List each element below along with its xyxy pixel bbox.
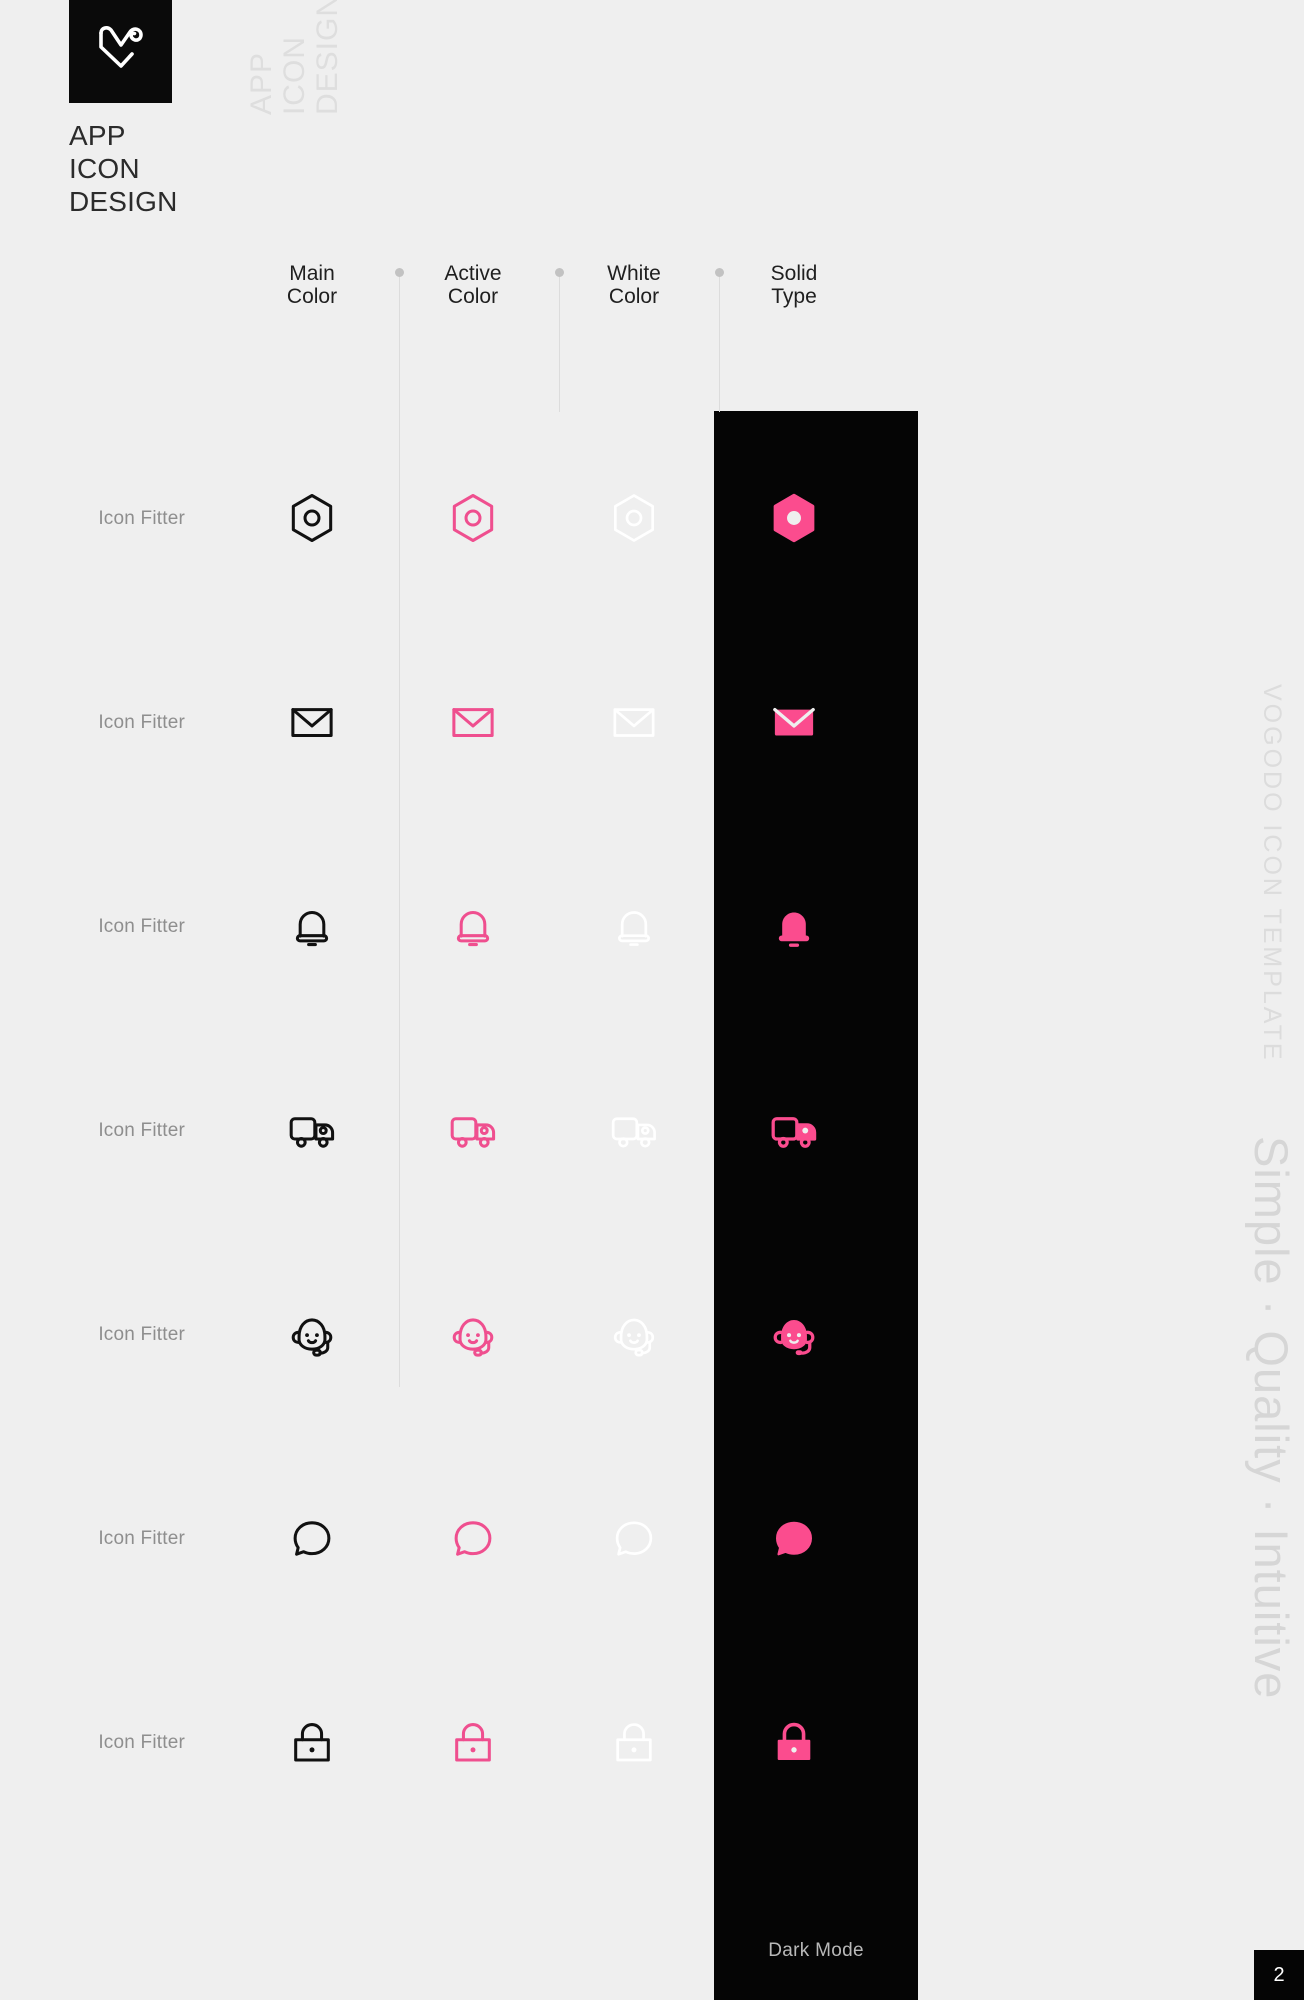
column-header-main-color: Main Color (286, 262, 338, 308)
envelope-icon-white-color[interactable] (586, 674, 682, 770)
column-header-active-color: Active Color (444, 262, 502, 308)
row-label: Icon Fitter (98, 1120, 185, 1141)
dark-mode-label: Dark Mode (768, 1940, 864, 1961)
side-text-template: VOGODO ICON TEMPLATE (1258, 684, 1286, 1063)
support-icon-white-color[interactable] (586, 1286, 682, 1382)
row-label: Icon Fitter (98, 1732, 185, 1753)
guide-line (399, 277, 400, 1387)
lock-icon-active-color[interactable] (425, 1694, 521, 1790)
row-label: Icon Fitter (98, 508, 185, 529)
truck-icon-main-color[interactable] (264, 1082, 360, 1178)
brand-block: APP ICON DESIGN APP ICON DESIGN (69, 0, 344, 218)
row-label: Icon Fitter (98, 1528, 185, 1549)
support-icon-active-color[interactable] (425, 1286, 521, 1382)
hex-nut-icon-active-color[interactable] (425, 470, 521, 566)
hex-nut-icon-main-color[interactable] (264, 470, 360, 566)
column-header-white-color: White Color (607, 262, 661, 308)
support-icon-main-color[interactable] (264, 1286, 360, 1382)
truck-icon-active-color[interactable] (425, 1082, 521, 1178)
envelope-icon-active-color[interactable] (425, 674, 521, 770)
lock-icon-solid-type[interactable] (746, 1694, 842, 1790)
chat-bubble-icon-white-color[interactable] (586, 1490, 682, 1586)
hex-nut-icon-solid-type[interactable] (746, 470, 842, 566)
bell-icon-main-color[interactable] (264, 878, 360, 974)
lock-icon-white-color[interactable] (586, 1694, 682, 1790)
chat-bubble-icon-solid-type[interactable] (746, 1490, 842, 1586)
lock-icon-main-color[interactable] (264, 1694, 360, 1790)
bell-icon-white-color[interactable] (586, 878, 682, 974)
chat-bubble-icon-active-color[interactable] (425, 1490, 521, 1586)
bell-icon-solid-type[interactable] (746, 878, 842, 974)
side-text-tagline: Simple · Quality · Intuitive (1245, 1136, 1298, 1700)
envelope-icon-solid-type[interactable] (746, 674, 842, 770)
vogodo-heart-logo-icon (93, 23, 149, 80)
truck-icon-solid-type[interactable] (746, 1082, 842, 1178)
brand-ghost-title: APP ICON DESIGN (245, 0, 344, 116)
row-label: Icon Fitter (98, 1324, 185, 1345)
column-header-solid-type: Solid Type (770, 262, 818, 308)
envelope-icon-main-color[interactable] (264, 674, 360, 770)
support-icon-solid-type[interactable] (746, 1286, 842, 1382)
truck-icon-white-color[interactable] (586, 1082, 682, 1178)
icon-template-page: APP ICON DESIGN APP ICON DESIGN Dark Mod… (0, 0, 1304, 2000)
chat-bubble-icon-main-color[interactable] (264, 1490, 360, 1586)
row-label: Icon Fitter (98, 916, 185, 937)
bell-icon-active-color[interactable] (425, 878, 521, 974)
hex-nut-icon-white-color[interactable] (586, 470, 682, 566)
logo-tile (69, 0, 172, 103)
page-number-badge: 2 (1254, 1950, 1304, 2000)
row-label: Icon Fitter (98, 712, 185, 733)
brand-title: APP ICON DESIGN (69, 120, 178, 217)
